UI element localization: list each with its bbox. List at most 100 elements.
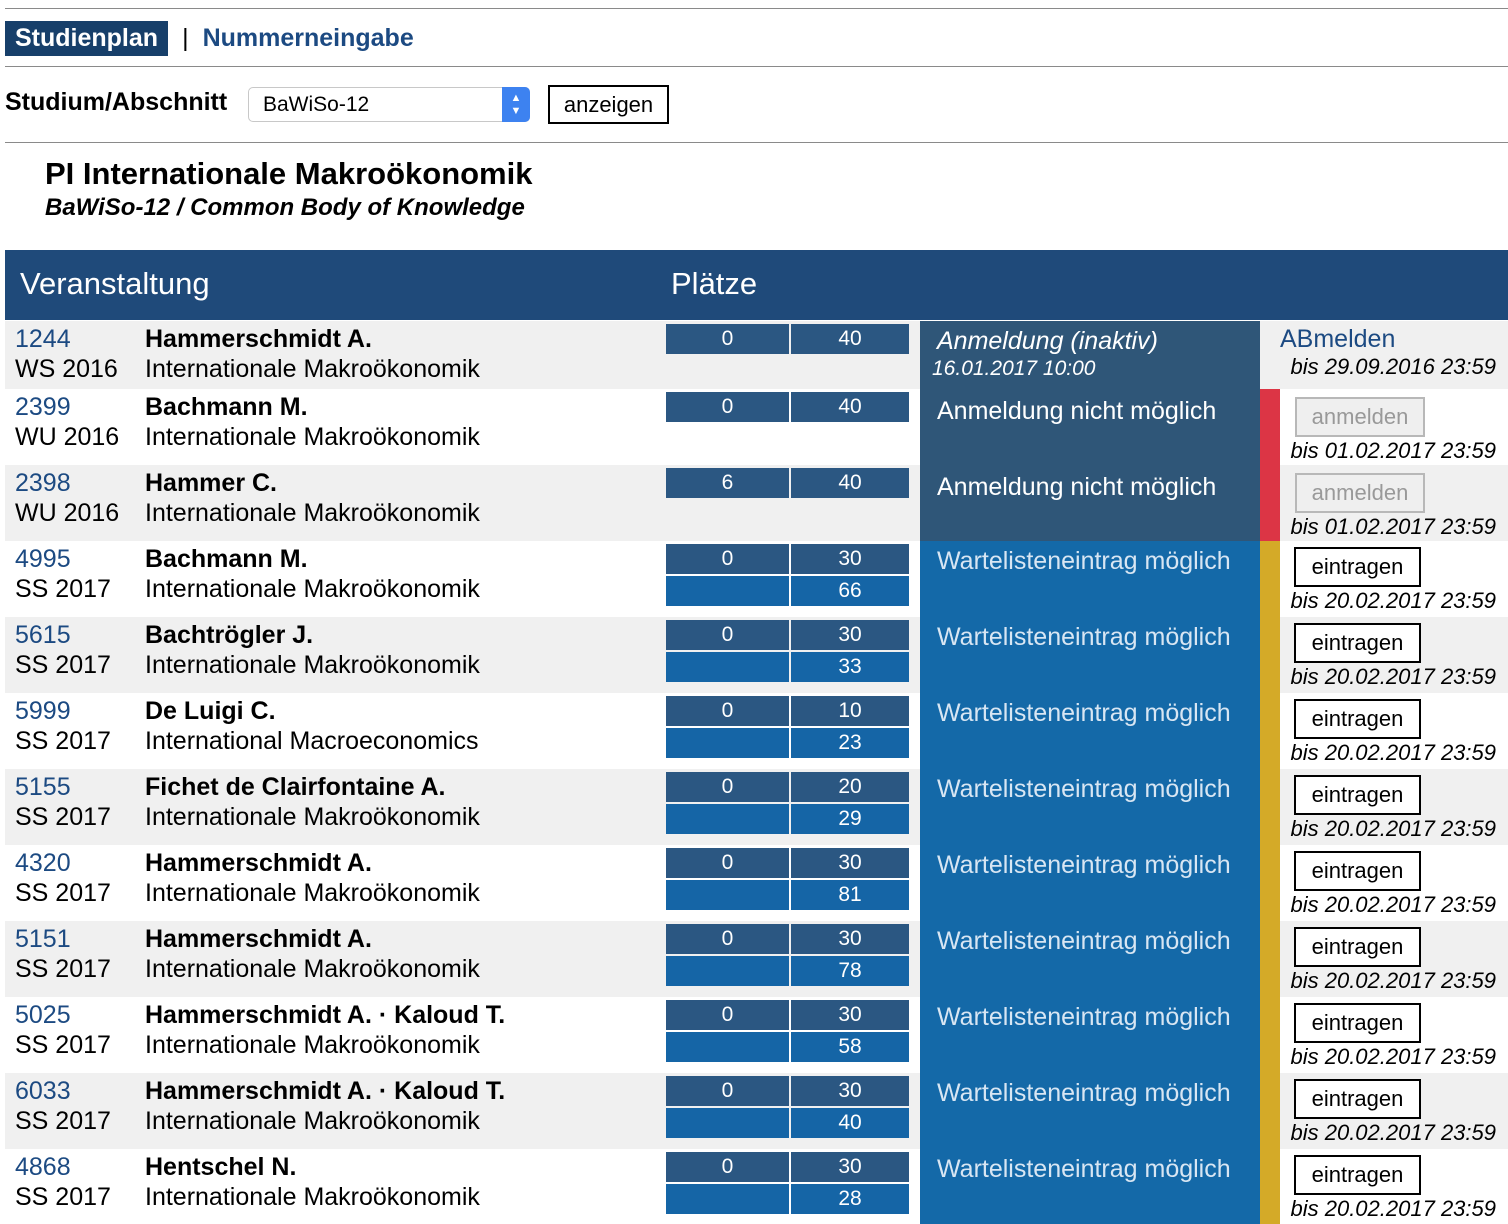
semester-label: SS 2017 xyxy=(15,879,111,907)
deadline-text: bis 20.02.2017 23:59 xyxy=(1290,588,1496,613)
deadline-text: bis 20.02.2017 23:59 xyxy=(1290,816,1496,841)
places-capacity: 30 xyxy=(791,544,909,574)
deadline-text: bis 20.02.2017 23:59 xyxy=(1290,664,1496,689)
places-taken: 0 xyxy=(666,1000,789,1030)
eintragen-button[interactable]: eintragen xyxy=(1294,927,1421,967)
course-number[interactable]: 4868 xyxy=(15,1153,71,1182)
course-number[interactable]: 1244 xyxy=(15,325,71,354)
lecturer-name: Hammerschmidt A. xyxy=(145,325,372,353)
places-capacity: 40 xyxy=(791,468,909,498)
table-row: 5999 SS 2017 De Luigi C. International Macr… xyxy=(5,693,1508,769)
tab-studienplan[interactable]: Studienplan xyxy=(5,20,169,56)
course-number[interactable]: 5999 xyxy=(15,697,71,726)
semester-label: SS 2017 xyxy=(15,727,111,755)
table-row: 4868 SS 2017 Hentschel N. Internationale Ma… xyxy=(5,1149,1508,1224)
eintragen-button[interactable]: eintragen xyxy=(1294,1003,1421,1043)
course-number[interactable]: 6033 xyxy=(15,1077,71,1106)
places-capacity: 30 xyxy=(791,1152,909,1182)
course-number[interactable]: 2398 xyxy=(15,469,71,498)
course-number[interactable]: 4995 xyxy=(15,545,71,574)
status-bar-red xyxy=(1260,389,1280,541)
studium-select[interactable]: BaWiSo-12 ▲ ▼ xyxy=(248,87,530,122)
table-row: 6033 SS 2017 Hammerschmidt A. · Kaloud T. I… xyxy=(5,1073,1508,1149)
status-text: Wartelisteneintrag möglich xyxy=(937,851,1231,879)
table-row: 4320 SS 2017 Hammerschmidt A. International… xyxy=(5,845,1508,921)
deadline-text: bis 20.02.2017 23:59 xyxy=(1290,892,1496,917)
course-number[interactable]: 5615 xyxy=(15,621,71,650)
status-cell: Wartelisteneintrag möglich Wartelistenein… xyxy=(920,541,1260,1224)
lecturer-name: De Luigi C. xyxy=(145,697,276,725)
eintragen-button[interactable]: eintragen xyxy=(1294,1155,1421,1195)
deadline-text: bis 20.02.2017 23:59 xyxy=(1290,1120,1496,1145)
status-cell: Anmeldung nicht möglich Anmeldung nicht m… xyxy=(920,389,1260,541)
eintragen-button[interactable]: eintragen xyxy=(1294,699,1421,739)
places-capacity: 30 xyxy=(791,1000,909,1030)
deadline-text: bis 20.02.2017 23:59 xyxy=(1290,968,1496,993)
waitlist-box-empty xyxy=(666,1108,789,1138)
course-title: Internationale Makroökonomik xyxy=(145,423,480,451)
abmelden-link[interactable]: ABmelden xyxy=(1280,325,1395,354)
table-row: 5151 SS 2017 Hammerschmidt A. International… xyxy=(5,921,1508,997)
course-number[interactable]: 2399 xyxy=(15,393,71,422)
course-title: Internationale Makroökonomik xyxy=(145,355,480,383)
places-taken: 0 xyxy=(666,392,789,422)
waitlist-count: 33 xyxy=(791,652,909,682)
course-number[interactable]: 5025 xyxy=(15,1001,71,1030)
status-text: Wartelisteneintrag möglich xyxy=(937,623,1231,651)
filter-divider xyxy=(5,142,1508,143)
places-taken: 0 xyxy=(666,924,789,954)
waitlist-count: 78 xyxy=(791,956,909,986)
places-taken: 0 xyxy=(666,848,789,878)
places-taken: 0 xyxy=(666,1076,789,1106)
table-row: 1244 WS 2016 Hammerschmidt A. International… xyxy=(5,321,1508,389)
status-text: Anmeldung nicht möglich xyxy=(937,397,1217,425)
places-taken: 0 xyxy=(666,1152,789,1182)
status-cell: Anmeldung (inaktiv) 16.01.2017 10:00 xyxy=(920,321,1260,389)
eintragen-button[interactable]: eintragen xyxy=(1294,1079,1421,1119)
waitlist-box-empty xyxy=(666,1032,789,1062)
waitlist-count: 40 xyxy=(791,1108,909,1138)
eintragen-button[interactable]: eintragen xyxy=(1294,547,1421,587)
course-title: Internationale Makroökonomik xyxy=(145,803,480,831)
waitlist-count: 29 xyxy=(791,804,909,834)
top-nav: Studienplan | Nummerneingabe xyxy=(5,18,414,58)
semester-label: SS 2017 xyxy=(15,575,111,603)
waitlist-count: 66 xyxy=(791,576,909,606)
course-number[interactable]: 5151 xyxy=(15,925,71,954)
course-number[interactable]: 5155 xyxy=(15,773,71,802)
table-row: 2398 WU 2016 Hammer C. Internationale Makro… xyxy=(5,465,1508,541)
deadline-text: bis 01.02.2017 23:59 xyxy=(1290,514,1496,539)
eintragen-button[interactable]: eintragen xyxy=(1294,851,1421,891)
places-taken: 0 xyxy=(666,544,789,574)
waitlist-box-empty xyxy=(666,728,789,758)
waitlist-box-empty xyxy=(666,880,789,910)
course-number[interactable]: 4320 xyxy=(15,849,71,878)
status-text: Wartelisteneintrag möglich xyxy=(937,775,1231,803)
course-title: Internationale Makroökonomik xyxy=(145,651,480,679)
course-title: Internationale Makroökonomik xyxy=(145,1107,480,1135)
places-capacity: 40 xyxy=(791,392,909,422)
col-header-veranstaltung: Veranstaltung xyxy=(20,266,210,301)
page-title: PI Internationale Makroökonomik xyxy=(45,156,533,191)
course-title: Internationale Makroökonomik xyxy=(145,499,480,527)
deadline-text: bis 20.02.2017 23:59 xyxy=(1290,1196,1496,1221)
nav-separator: | xyxy=(182,23,189,52)
places-capacity: 30 xyxy=(791,1076,909,1106)
waitlist-count: 28 xyxy=(791,1184,909,1214)
status-text: Wartelisteneintrag möglich xyxy=(937,927,1231,955)
course-title: Internationale Makroökonomik xyxy=(145,575,480,603)
semester-label: SS 2017 xyxy=(15,651,111,679)
eintragen-button[interactable]: eintragen xyxy=(1294,775,1421,815)
course-title: Internationale Makroökonomik xyxy=(145,1183,480,1211)
table-row: 5615 SS 2017 Bachtrögler J. Internationale … xyxy=(5,617,1508,693)
studium-select-value: BaWiSo-12 xyxy=(263,93,370,116)
anzeigen-button[interactable]: anzeigen xyxy=(548,85,669,124)
places-capacity: 30 xyxy=(791,848,909,878)
eintragen-button[interactable]: eintragen xyxy=(1294,623,1421,663)
status-text: Wartelisteneintrag möglich xyxy=(937,1155,1231,1183)
select-updown-icon: ▲ ▼ xyxy=(502,87,530,122)
tab-nummerneingabe[interactable]: Nummerneingabe xyxy=(203,24,414,53)
places-taken: 0 xyxy=(666,324,789,354)
status-date: 16.01.2017 10:00 xyxy=(932,357,1096,380)
status-text: Anmeldung nicht möglich xyxy=(937,473,1217,501)
